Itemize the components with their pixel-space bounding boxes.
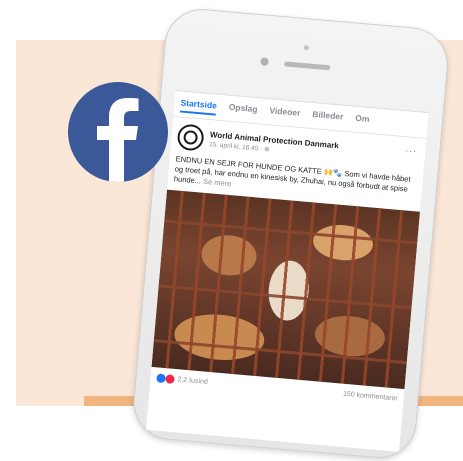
globe-logo-icon: [183, 129, 199, 146]
reaction-count[interactable]: 2,2 tusind: [177, 376, 208, 386]
phone-screen: Startside Opslag Videoer Billeder Om Wor…: [145, 89, 429, 452]
earpiece-speaker: [284, 61, 331, 71]
see-more-link[interactable]: Se mere: [203, 177, 232, 188]
smartphone: Startside Opslag Videoer Billeder Om Wor…: [130, 6, 451, 461]
like-icon: [156, 373, 166, 384]
post-photo[interactable]: [151, 189, 421, 390]
more-options-button[interactable]: ···: [405, 145, 418, 156]
front-camera-icon: [260, 57, 269, 66]
love-icon: [165, 374, 175, 384]
tab-billeder[interactable]: Billeder: [311, 109, 344, 127]
tab-opslag[interactable]: Opslag: [228, 102, 258, 119]
facebook-logo-icon: [68, 82, 168, 182]
tab-startside[interactable]: Startside: [179, 97, 218, 116]
tab-videoer[interactable]: Videoer: [269, 105, 301, 123]
avatar[interactable]: [176, 123, 205, 152]
comment-count[interactable]: 150 kommentarer: [343, 391, 398, 403]
proximity-sensor: [303, 45, 310, 51]
tab-om[interactable]: Om: [355, 113, 370, 129]
